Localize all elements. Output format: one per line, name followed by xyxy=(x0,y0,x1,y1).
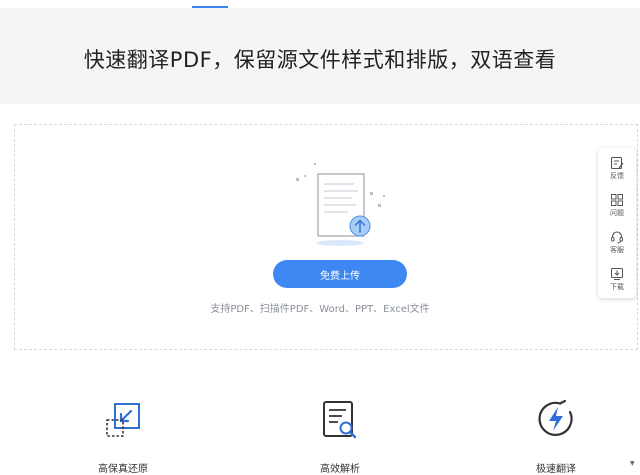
free-upload-button[interactable]: 免费上传 xyxy=(273,260,407,288)
sidebar-item-label: 下载 xyxy=(610,283,624,291)
feature-fast-translation: 极速翻译 xyxy=(506,398,606,475)
supported-formats-hint: 支持PDF、扫描件PDF、Word、PPT、Excel文件 xyxy=(210,304,430,315)
grid-icon xyxy=(611,194,623,206)
restore-icon xyxy=(106,403,140,437)
sidebar-item-questions[interactable]: 问题 xyxy=(598,189,636,225)
sidebar-item-label: 问题 xyxy=(610,209,624,217)
document-search-icon xyxy=(323,401,357,439)
upload-illustration-icon xyxy=(295,163,385,246)
hero-banner: 快速翻译PDF，保留源文件样式和排版，双语查看 xyxy=(0,8,640,104)
sidebar-item-label: 客服 xyxy=(610,246,624,254)
page-title: 快速翻译PDF，保留源文件样式和排版，双语查看 xyxy=(83,48,557,72)
floating-sidebar: 反馈 问题 客服 下载 xyxy=(598,148,636,298)
feedback-icon xyxy=(610,156,624,170)
feature-efficient-parsing: 高效解析 xyxy=(290,398,390,475)
sidebar-item-feedback[interactable]: 反馈 xyxy=(598,152,636,188)
lightning-icon xyxy=(538,399,573,436)
sidebar-item-download[interactable]: 下载 xyxy=(598,263,636,299)
headset-icon xyxy=(611,231,623,244)
feature-high-fidelity: 高保真还原 xyxy=(73,398,173,475)
top-navbar xyxy=(0,0,640,8)
sidebar-item-support[interactable]: 客服 xyxy=(598,226,636,262)
download-icon xyxy=(611,268,623,280)
sidebar-item-label: 反馈 xyxy=(610,172,624,180)
scroll-down-icon[interactable]: ▼ xyxy=(630,460,635,467)
